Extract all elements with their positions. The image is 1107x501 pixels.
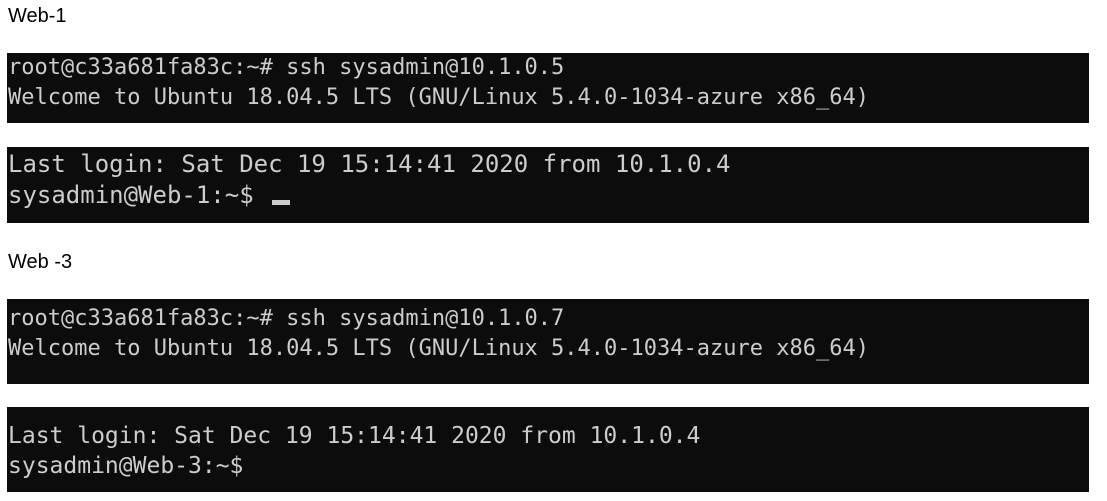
text-cursor (272, 200, 291, 205)
ssh-terminal-web-1[interactable]: root@c33a681fa83c:~# ssh sysadmin@10.1.0… (7, 53, 1089, 123)
terminal-prompt: sysadmin@Web-1:~$ (8, 181, 269, 209)
section-heading-web-3: Web -3 (8, 251, 73, 273)
terminal-line-ssh-command: root@c33a681fa83c:~# ssh sysadmin@10.1.0… (8, 306, 565, 331)
terminal-prompt-line: sysadmin@Web-1:~$ (7, 180, 1089, 211)
terminal-line-last-login: Last login: Sat Dec 19 15:14:41 2020 fro… (8, 150, 731, 178)
ssh-terminal-web-3[interactable]: root@c33a681fa83c:~# ssh sysadmin@10.1.0… (7, 299, 1089, 384)
section-heading-web-1: Web-1 (8, 5, 67, 27)
login-terminal-web-1[interactable]: Last login: Sat Dec 19 15:14:41 2020 fro… (7, 147, 1089, 223)
terminal-line-welcome: Welcome to Ubuntu 18.04.5 LTS (GNU/Linux… (8, 336, 869, 361)
terminal-prompt: sysadmin@Web-3:~$ (8, 453, 244, 479)
terminal-line-welcome: Welcome to Ubuntu 18.04.5 LTS (GNU/Linux… (8, 85, 869, 110)
terminal-line-last-login: Last login: Sat Dec 19 15:14:41 2020 fro… (8, 423, 701, 449)
terminal-line-ssh-command: root@c33a681fa83c:~# ssh sysadmin@10.1.0… (8, 55, 565, 80)
login-terminal-web-3[interactable]: Last login: Sat Dec 19 15:14:41 2020 fro… (7, 407, 1089, 492)
